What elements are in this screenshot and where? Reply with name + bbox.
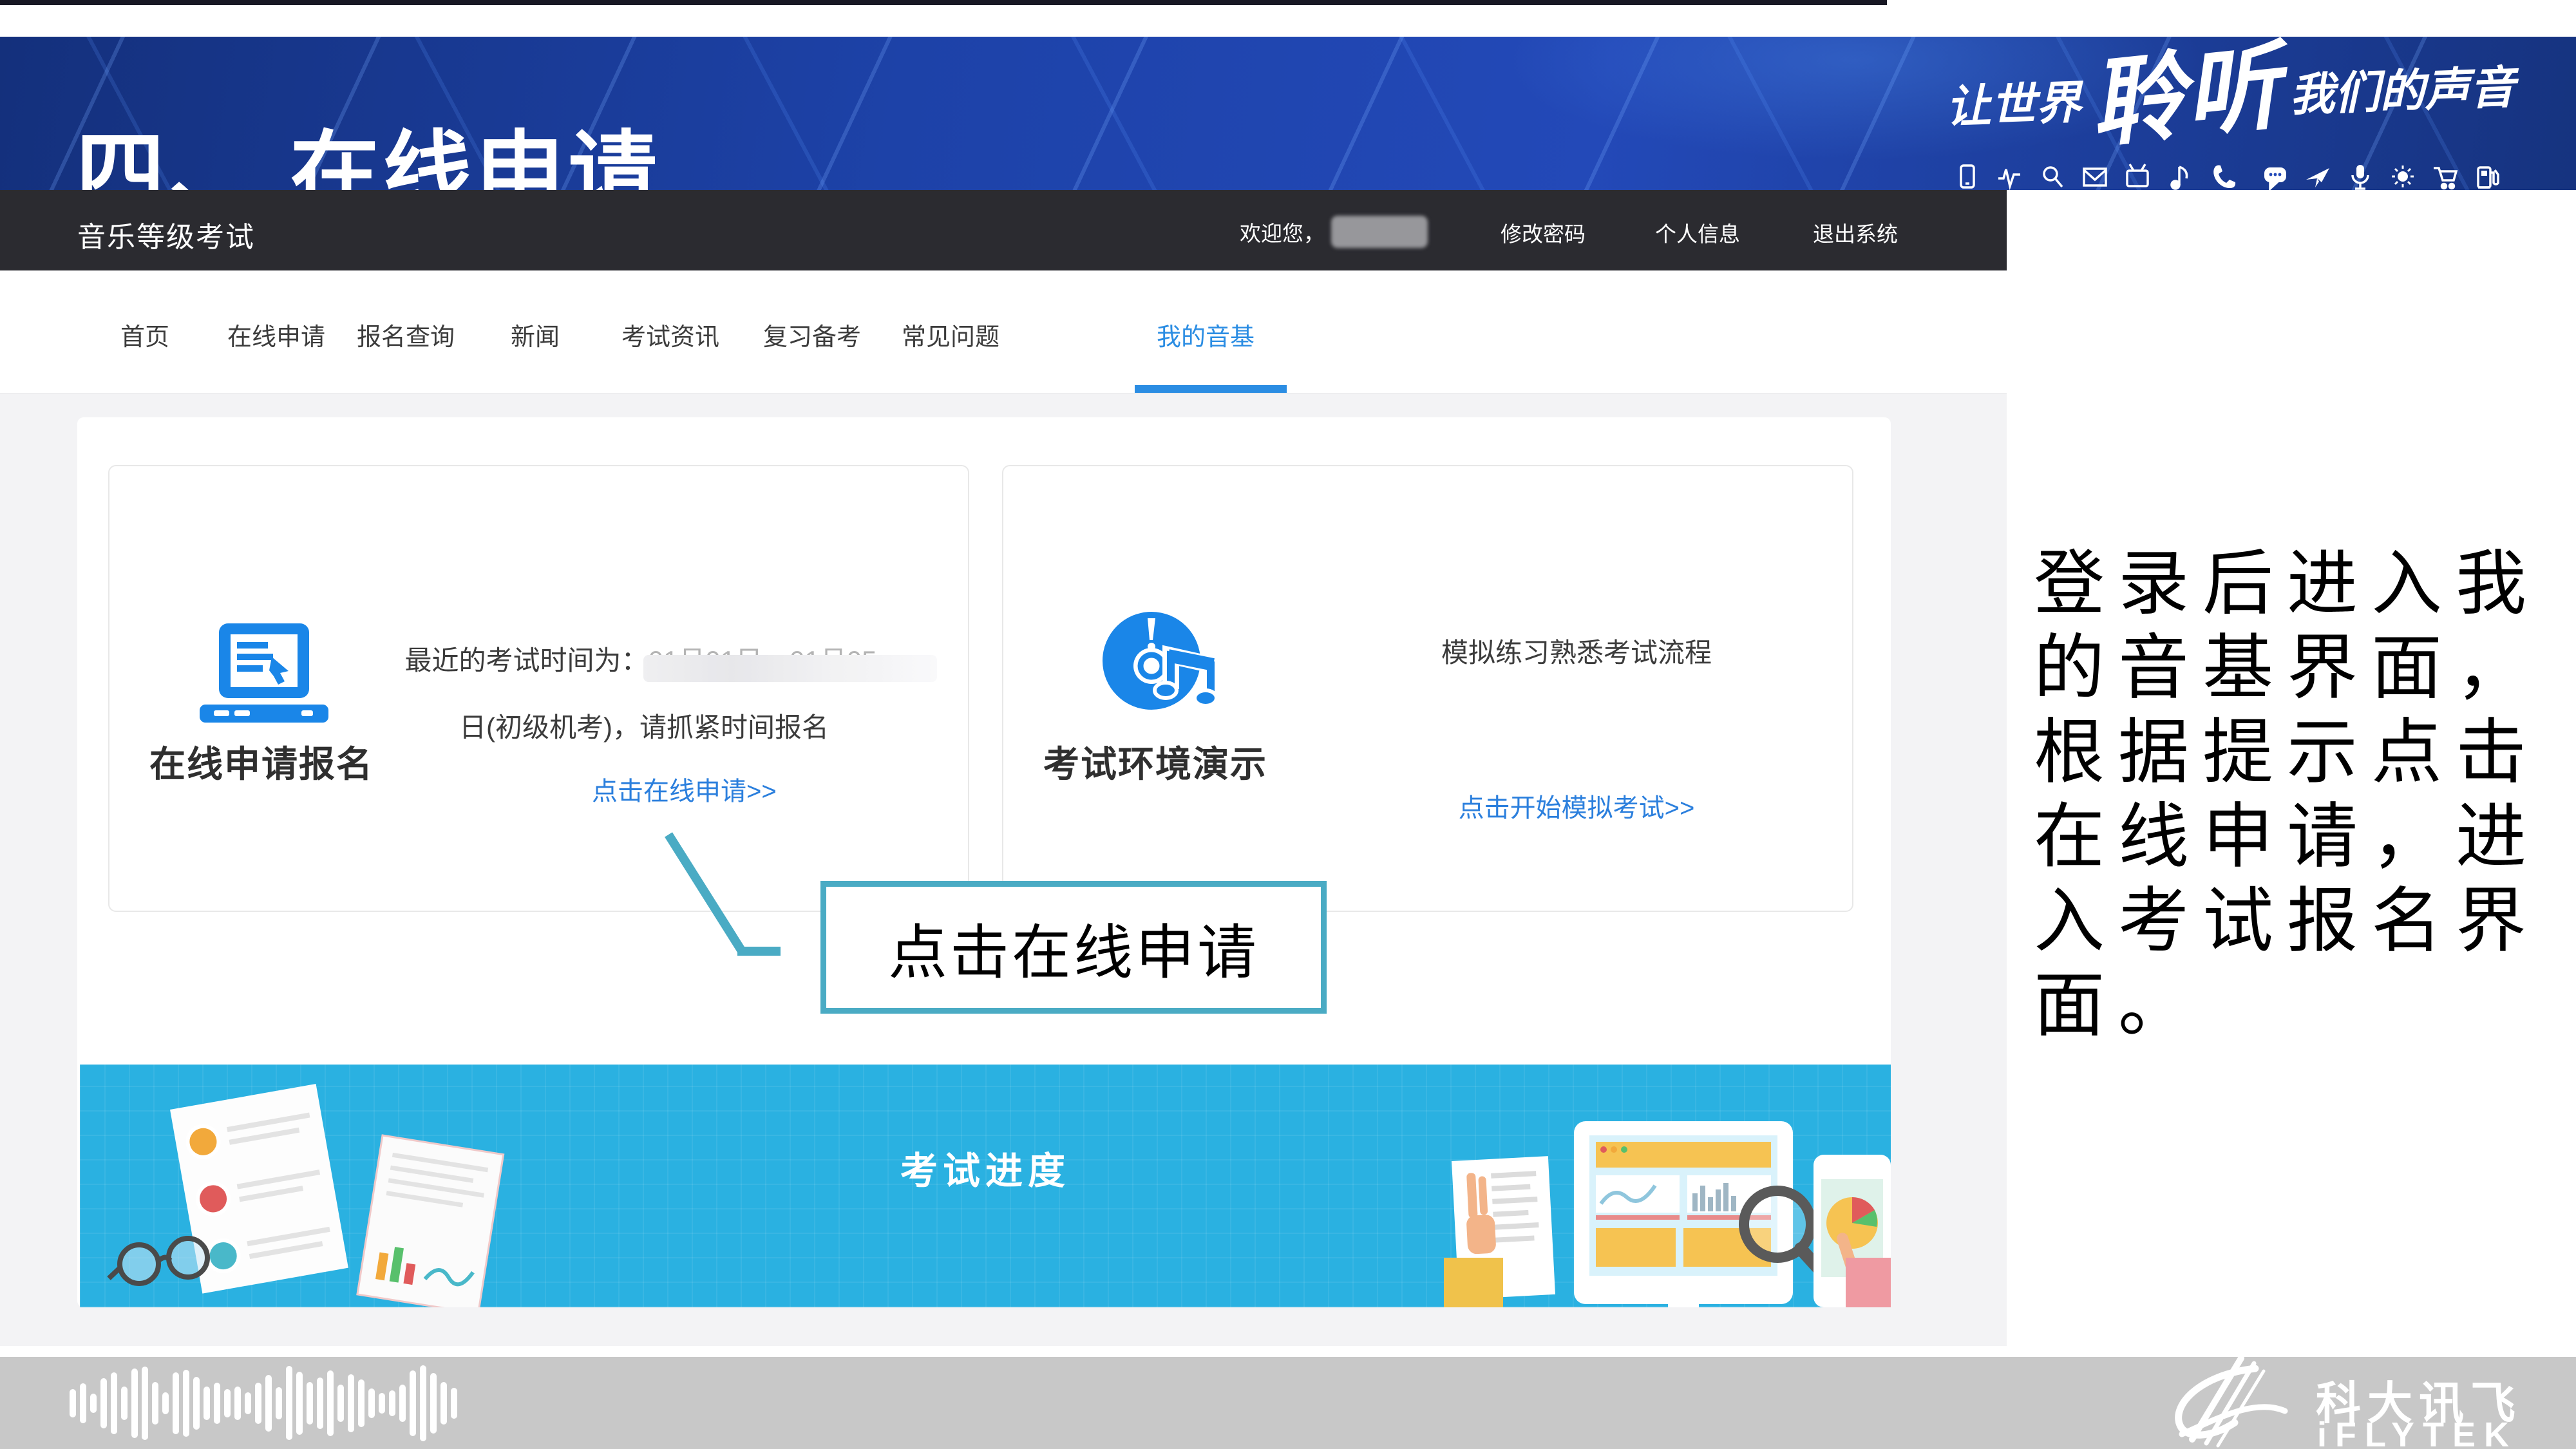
nav-item-exam-info[interactable]: 考试资讯 — [621, 317, 719, 352]
phone-icon — [1961, 166, 1974, 187]
slogan-right: 我们的声音 — [2288, 51, 2515, 124]
site-brand: 音乐等级考试 — [77, 214, 255, 255]
app-icons-row — [1955, 163, 2508, 190]
top-border-line — [0, 0, 1887, 5]
redacted-username — [1331, 216, 1428, 248]
nav-item-news[interactable]: 新闻 — [511, 317, 560, 352]
iflytek-logo-mark — [2159, 1357, 2313, 1449]
plane-icon — [2306, 168, 2329, 187]
welcome-text: 欢迎您， — [1240, 216, 1428, 248]
laptop-icon — [200, 623, 328, 730]
start-mock-exam-link[interactable]: 点击开始模拟考试>> — [1364, 787, 1789, 824]
main-nav: 首页 在线申请 报名查询 新闻 考试资讯 复习备考 常见问题 我的音基 — [0, 270, 2007, 394]
demo-notice: 模拟练习熟悉考试流程 — [1364, 631, 1789, 670]
personal-info-link[interactable]: 个人信息 — [1655, 217, 1740, 248]
nav-item-registration-query[interactable]: 报名查询 — [357, 317, 455, 352]
bottom-white-strip — [0, 1346, 2576, 1357]
annotation-line: 登录后进入我 — [2034, 542, 2568, 627]
cart-icon — [2434, 168, 2456, 189]
audio-waveform-logo — [70, 1357, 457, 1449]
slogan-left: 让世界 — [1945, 66, 2082, 136]
exam-time-notice: 最近的考试时间为：01月01日、01月05 日(初级机考)，请抓紧时间报名 — [322, 627, 966, 761]
glasses-illustration — [109, 1238, 207, 1283]
footer-brand-en: iFLYTEK — [2317, 1415, 2517, 1449]
nav-item-home[interactable]: 首页 — [120, 317, 169, 352]
logout-link[interactable]: 退出系统 — [1813, 217, 1898, 248]
mic-icon — [2353, 165, 2368, 189]
change-password-link[interactable]: 修改密码 — [1501, 217, 1586, 248]
search-icon — [2044, 167, 2062, 187]
mail-icon — [2084, 169, 2106, 185]
slogan-emphasis: 聆听 — [2085, 37, 2285, 152]
annotation-line: 入考试报名界 — [2034, 880, 2568, 964]
cd-music-icon — [1101, 609, 1224, 722]
active-nav-underline — [1135, 385, 1287, 393]
annotation-text: 登录后进入我 的音基界面， 根据提示点击 在线申请，进 入考试报名界 面。 — [2034, 542, 2568, 1048]
slide-title: 四、 在线申请 — [76, 122, 661, 190]
documents-illustration — [109, 1084, 504, 1307]
online-apply-link[interactable]: 点击在线申请>> — [592, 770, 777, 808]
callout-text: 点击在线申请 — [888, 905, 1259, 990]
brand-slogan: 让世界 聆听 我们的声音 — [1944, 37, 2517, 151]
annotation-line: 的音基界面， — [2034, 627, 2568, 711]
pulse-icon — [1998, 169, 2020, 186]
redacted-exam-dates: 01月01日、01月05 — [649, 645, 884, 676]
slide: 四、 在线申请 让世界 聆听 我们的声音 — [0, 0, 2576, 1449]
notice-line1: 最近的考试时间为：01月01日、01月05 — [322, 627, 966, 694]
title-banner: 四、 在线申请 让世界 聆听 我们的声音 — [0, 37, 2576, 190]
welcome-label: 欢迎您， — [1240, 216, 1325, 247]
nav-item-my-yinji[interactable]: 我的音基 — [1157, 317, 1255, 352]
fuel-icon — [2478, 167, 2498, 187]
account-bar: 音乐等级考试 欢迎您， 修改密码 个人信息 退出系统 — [0, 190, 2007, 270]
exam-progress-banner: 考试进度 — [80, 1065, 1891, 1307]
annotation-line: 在线申请，进 — [2034, 795, 2568, 880]
music-note-icon — [2172, 167, 2187, 189]
demo-card-label: 考试环境演示 — [1003, 735, 1307, 788]
callout-box: 点击在线申请 — [820, 881, 1327, 1014]
exam-demo-card: 考试环境演示 模拟练习熟悉考试流程 点击开始模拟考试>> — [1002, 465, 1853, 912]
annotation-line: 根据提示点击 — [2034, 711, 2568, 795]
progress-banner-illustrations — [80, 1065, 1891, 1307]
chat-icon — [2264, 167, 2286, 189]
online-apply-card: 在线申请报名 最近的考试时间为：01月01日、01月05 日(初级机考)，请抓紧… — [108, 465, 969, 912]
nav-item-faq[interactable]: 常见问题 — [902, 317, 999, 352]
nav-item-review-prep[interactable]: 复习备考 — [763, 317, 861, 352]
notice-line2: 日(初级机考)，请抓紧时间报名 — [322, 694, 966, 761]
nav-item-online-apply[interactable]: 在线申请 — [227, 317, 325, 352]
handset-icon — [2213, 166, 2235, 188]
annotation-line: 面。 — [2034, 964, 2568, 1048]
tv-icon — [2127, 164, 2148, 186]
sun-icon — [2392, 166, 2414, 187]
slide-footer: 科大讯飞 iFLYTEK — [0, 1357, 2576, 1449]
devices-illustration — [1444, 1121, 1891, 1307]
notice-prefix: 最近的考试时间为： — [405, 645, 649, 676]
